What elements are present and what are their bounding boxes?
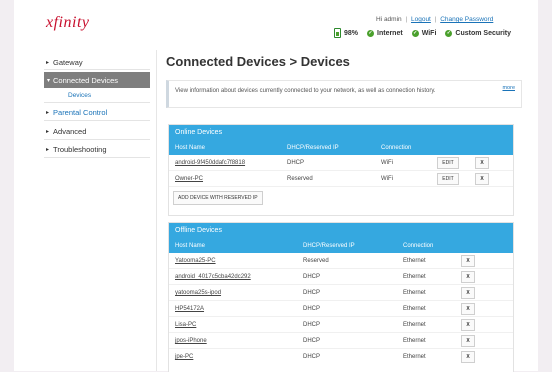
divider [44, 102, 150, 103]
remove-button[interactable]: X [461, 303, 475, 315]
device-dhcp: DHCP [303, 290, 321, 296]
device-connection: Ethernet [403, 274, 426, 280]
column-header-dhcp: DHCP/Reserved IP [303, 243, 355, 249]
add-device-row: ADD DEVICE WITH RESERVED IP [169, 187, 513, 211]
device-host-link[interactable]: HP54172A [175, 306, 204, 312]
caret-right-icon: ▸ [46, 110, 50, 116]
sidebar-item-connected-devices[interactable]: ▾ Connected Devices [44, 72, 150, 88]
remove-button[interactable]: X [461, 271, 475, 283]
table-row: Yatooma25-PC Reserved Ethernet X [169, 253, 513, 269]
sidebar-item-troubleshooting[interactable]: ▸ Troubleshooting [46, 145, 107, 154]
device-dhcp: DHCP [303, 306, 321, 312]
device-dhcp: Reserved [287, 176, 313, 182]
column-header-dhcp: DHCP/Reserved IP [287, 145, 339, 151]
device-connection: Ethernet [403, 338, 426, 344]
column-header-host: Host Name [175, 243, 206, 249]
divider [44, 69, 150, 70]
device-dhcp: DHCP [303, 322, 321, 328]
info-text: View information about devices currently… [175, 88, 436, 94]
sidebar-item-parental-control[interactable]: ▸ Parental Control [46, 108, 107, 117]
main-content: Connected Devices > Devices View informa… [152, 0, 538, 372]
column-header-host: Host Name [175, 145, 206, 151]
device-dhcp: DHCP [303, 338, 321, 344]
table-row: jpe-PC DHCP Ethernet X [169, 349, 513, 365]
more-link[interactable]: more [502, 85, 515, 91]
sidebar-item-label: Gateway [53, 58, 83, 67]
sidebar-item-label: Troubleshooting [53, 145, 107, 154]
info-box: View information about devices currently… [166, 80, 522, 108]
sidebar-item-advanced[interactable]: ▸ Advanced [46, 127, 86, 136]
divider [44, 120, 150, 121]
remove-button[interactable]: X [475, 173, 489, 185]
device-host-link[interactable]: jpe-PC [175, 354, 193, 360]
table-row: jpos-iPhone DHCP Ethernet X [169, 333, 513, 349]
table-row: HP54172A DHCP Ethernet X [169, 301, 513, 317]
device-host-link[interactable]: android-9f450ddafc7f8818 [175, 160, 245, 166]
column-header-connection: Connection [381, 145, 412, 151]
column-header-connection: Connection [403, 243, 434, 249]
page-title: Connected Devices > Devices [166, 54, 350, 69]
device-dhcp: DHCP [287, 160, 305, 166]
remove-button[interactable]: X [461, 351, 475, 363]
sidebar-item-label: Advanced [53, 127, 87, 136]
xfinity-logo: xfinity [46, 14, 90, 31]
device-host-link[interactable]: android_4017c5cba42dc292 [175, 274, 251, 280]
sidebar-item-gateway[interactable]: ▸ Gateway [46, 58, 83, 67]
table-row: android_4017c5cba42dc292 DHCP Ethernet X [169, 269, 513, 285]
edit-button[interactable]: EDIT [437, 157, 459, 169]
device-host-link[interactable]: jpos-iPhone [175, 338, 207, 344]
app-frame: xfinity Hi admin | Logout | Change Passw… [14, 0, 538, 372]
device-connection: WiFi [381, 160, 393, 166]
table-row: android-9f450ddafc7f8818 DHCP WiFi EDIT … [169, 155, 513, 171]
remove-button[interactable]: X [475, 157, 489, 169]
edit-button[interactable]: EDIT [437, 173, 459, 185]
table-row: Lisa-PC DHCP Ethernet X [169, 317, 513, 333]
device-connection: Ethernet [403, 306, 426, 312]
device-host-link[interactable]: yatooma25s-ipod [175, 290, 221, 296]
caret-down-icon: ▾ [47, 77, 51, 84]
sidebar-item-label: Connected Devices [53, 75, 119, 85]
column-header-row: Host Name DHCP/Reserved IP Connection [169, 141, 513, 155]
panel-title: Offline Devices [169, 223, 513, 239]
panel-title: Online Devices [169, 125, 513, 141]
offline-devices-panel: Offline Devices Host Name DHCP/Reserved … [168, 222, 514, 372]
column-header-row: Host Name DHCP/Reserved IP Connection [169, 239, 513, 253]
sidebar-subitem-devices[interactable]: Devices [68, 92, 91, 99]
caret-right-icon: ▸ [46, 129, 50, 135]
device-host-link[interactable]: Owner-PC [175, 176, 203, 182]
device-dhcp: Reserved [303, 258, 329, 264]
device-host-link[interactable]: Lisa-PC [175, 322, 196, 328]
device-dhcp: DHCP [303, 354, 321, 360]
caret-right-icon: ▸ [46, 60, 50, 66]
remove-button[interactable]: X [461, 319, 475, 331]
add-device-reserved-ip-button[interactable]: ADD DEVICE WITH RESERVED IP [173, 191, 263, 205]
device-connection: WiFi [381, 176, 393, 182]
divider [44, 157, 150, 158]
sidebar-item-label: Parental Control [53, 108, 108, 117]
device-connection: Ethernet [403, 322, 426, 328]
device-host-link[interactable]: Yatooma25-PC [175, 258, 216, 264]
remove-button[interactable]: X [461, 287, 475, 299]
divider [44, 139, 150, 140]
device-connection: Ethernet [403, 258, 426, 264]
remove-button[interactable]: X [461, 335, 475, 347]
device-connection: Ethernet [403, 290, 426, 296]
online-devices-panel: Online Devices Host Name DHCP/Reserved I… [168, 124, 514, 216]
table-row: Owner-PC Reserved WiFi EDIT X [169, 171, 513, 187]
table-row: yatooma25s-ipod DHCP Ethernet X [169, 285, 513, 301]
remove-button[interactable]: X [461, 255, 475, 267]
device-connection: Ethernet [403, 354, 426, 360]
device-dhcp: DHCP [303, 274, 321, 280]
caret-right-icon: ▸ [46, 147, 50, 153]
